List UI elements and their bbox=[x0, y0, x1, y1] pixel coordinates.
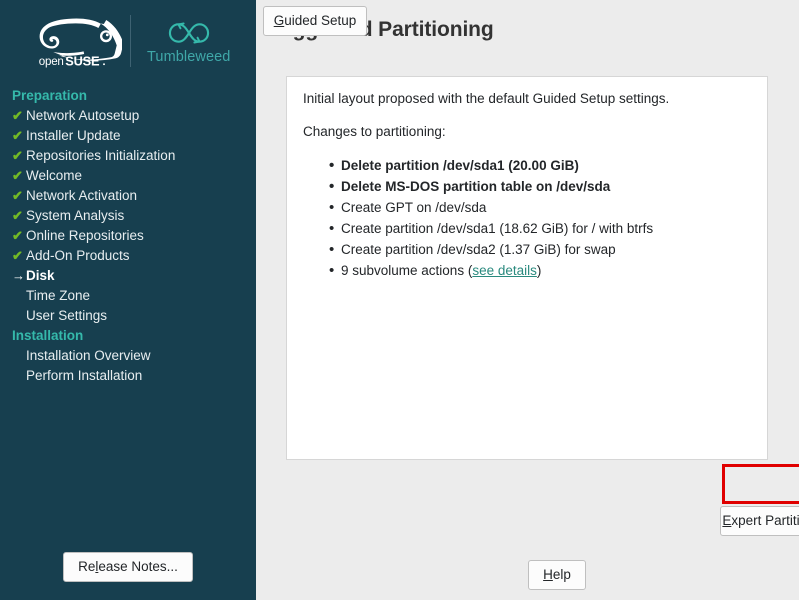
expert-partitioner-mnemonic: E bbox=[722, 513, 731, 529]
sidebar-item-welcome: ✔ Welcome bbox=[12, 166, 256, 186]
list-item: Delete MS-DOS partition table on /dev/sd… bbox=[329, 176, 751, 197]
sidebar-item-label: Installation Overview bbox=[26, 347, 151, 365]
sidebar-item-label: Time Zone bbox=[26, 287, 90, 305]
sidebar-item-label: System Analysis bbox=[26, 207, 124, 225]
sidebar-item-label: Installer Update bbox=[26, 127, 121, 145]
sidebar-item-label: Perform Installation bbox=[26, 367, 142, 385]
release-notes-area: Release Notes... bbox=[0, 552, 256, 582]
sidebar-item-time-zone: Time Zone bbox=[12, 286, 256, 306]
sidebar-item-online-repositories: ✔ Online Repositories bbox=[12, 226, 256, 246]
sidebar-item-label: Repositories Initialization bbox=[26, 147, 175, 165]
expert-partitioner-button[interactable]: Expert Partitioner▼ bbox=[720, 506, 799, 536]
guided-setup-highlight bbox=[722, 464, 799, 504]
sidebar-item-label: Online Repositories bbox=[26, 227, 144, 245]
sidebar-item-label: Network Activation bbox=[26, 187, 137, 205]
expert-partitioner-label: xpert Partitioner bbox=[731, 513, 799, 529]
check-icon: ✔ bbox=[12, 127, 26, 145]
sidebar-item-add-on-products: ✔ Add-On Products bbox=[12, 246, 256, 266]
sidebar-item-network-activation: ✔ Network Activation bbox=[12, 186, 256, 206]
sidebar-item-installation-overview: Installation Overview bbox=[12, 346, 256, 366]
sidebar-item-network-autosetup: ✔ Network Autosetup bbox=[12, 106, 256, 126]
infinity-icon bbox=[160, 18, 218, 48]
check-icon: ✔ bbox=[12, 147, 26, 165]
check-icon: ✔ bbox=[12, 187, 26, 205]
guided-setup-button[interactable]: Guided Setup bbox=[263, 6, 367, 36]
svg-text:open: open bbox=[39, 55, 64, 68]
sidebar-item-disk: → Disk bbox=[12, 266, 256, 286]
check-icon: ✔ bbox=[12, 167, 26, 185]
product-name: Tumbleweed bbox=[147, 49, 230, 65]
subvolume-text-pre: 9 subvolume actions ( bbox=[341, 263, 472, 278]
main-content: Suggested Partitioning Initial layout pr… bbox=[256, 0, 799, 600]
list-item: Create GPT on /dev/sda bbox=[329, 197, 751, 218]
changes-list: Delete partition /dev/sda1 (20.00 GiB) D… bbox=[329, 155, 751, 281]
help-button[interactable]: Help bbox=[528, 560, 586, 590]
changes-heading: Changes to partitioning: bbox=[303, 122, 751, 141]
help-label: elp bbox=[553, 567, 571, 583]
installer-sidebar: open SUSE Tumbleweed Preparation ✔ Netwo… bbox=[0, 0, 256, 600]
see-details-link[interactable]: see details bbox=[472, 263, 537, 278]
sidebar-item-label: Add-On Products bbox=[26, 247, 130, 265]
sidebar-item-label: Welcome bbox=[26, 167, 82, 185]
sidebar-item-repositories-initialization: ✔ Repositories Initialization bbox=[12, 146, 256, 166]
installer-steps-nav: Preparation ✔ Network Autosetup ✔ Instal… bbox=[0, 82, 256, 386]
sidebar-item-label: User Settings bbox=[26, 307, 107, 325]
list-item: Create partition /dev/sda2 (1.37 GiB) fo… bbox=[329, 239, 751, 260]
nav-section-preparation: Preparation bbox=[12, 86, 256, 106]
sidebar-item-system-analysis: ✔ System Analysis bbox=[12, 206, 256, 226]
check-icon: ✔ bbox=[12, 107, 26, 125]
nav-section-installation: Installation bbox=[12, 326, 256, 346]
product-badge: Tumbleweed bbox=[147, 18, 230, 65]
release-notes-button[interactable]: Release Notes... bbox=[63, 552, 193, 582]
release-notes-label-post: ease Notes... bbox=[98, 559, 178, 575]
svg-text:SUSE: SUSE bbox=[65, 53, 100, 68]
guided-setup-mnemonic: G bbox=[274, 13, 285, 29]
check-icon: ✔ bbox=[12, 207, 26, 225]
list-item: Create partition /dev/sda1 (18.62 GiB) f… bbox=[329, 218, 751, 239]
sidebar-item-label: Disk bbox=[26, 267, 55, 285]
sidebar-item-perform-installation: Perform Installation bbox=[12, 366, 256, 386]
sidebar-item-installer-update: ✔ Installer Update bbox=[12, 126, 256, 146]
list-item: Delete partition /dev/sda1 (20.00 GiB) bbox=[329, 155, 751, 176]
check-icon: ✔ bbox=[12, 247, 26, 265]
intro-text: Initial layout proposed with the default… bbox=[303, 89, 751, 108]
brand-header: open SUSE Tumbleweed bbox=[0, 0, 256, 82]
sidebar-item-label: Network Autosetup bbox=[26, 107, 139, 125]
list-item-subvolumes: 9 subvolume actions (see details) bbox=[329, 260, 751, 281]
guided-setup-label: uided Setup bbox=[284, 13, 356, 29]
sidebar-item-user-settings: User Settings bbox=[12, 306, 256, 326]
arrow-right-icon: → bbox=[12, 267, 26, 285]
help-mnemonic: H bbox=[543, 567, 553, 583]
partitioning-summary-panel: Initial layout proposed with the default… bbox=[286, 76, 768, 460]
release-notes-label-pre: Re bbox=[78, 559, 95, 575]
check-icon: ✔ bbox=[12, 227, 26, 245]
opensuse-chameleon-logo: open SUSE bbox=[26, 12, 122, 70]
brand-divider bbox=[130, 15, 131, 67]
subvolume-text-post: ) bbox=[537, 263, 542, 278]
